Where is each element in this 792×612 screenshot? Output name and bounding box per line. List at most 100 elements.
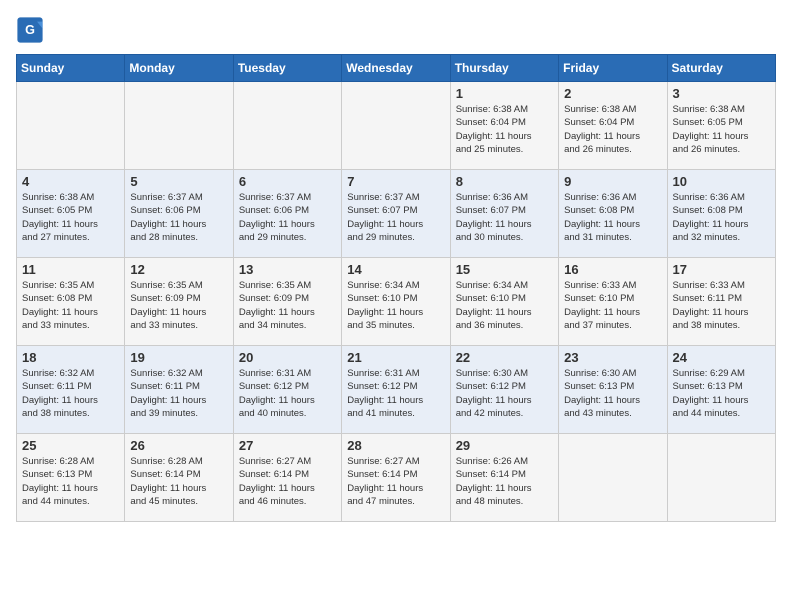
calendar-cell: 16 Sunrise: 6:33 AM Sunset: 6:10 PM Dayli…	[559, 258, 667, 346]
page-header: G	[16, 16, 776, 44]
cell-info: Sunrise: 6:27 AM Sunset: 6:14 PM Dayligh…	[347, 455, 444, 508]
day-number: 11	[22, 262, 119, 277]
cell-info: Sunrise: 6:33 AM Sunset: 6:10 PM Dayligh…	[564, 279, 661, 332]
calendar-cell: 10 Sunrise: 6:36 AM Sunset: 6:08 PM Dayli…	[667, 170, 775, 258]
day-number: 23	[564, 350, 661, 365]
cell-info: Sunrise: 6:35 AM Sunset: 6:09 PM Dayligh…	[239, 279, 336, 332]
cell-info: Sunrise: 6:36 AM Sunset: 6:07 PM Dayligh…	[456, 191, 553, 244]
weekday-header-tuesday: Tuesday	[233, 55, 341, 82]
weekday-header-monday: Monday	[125, 55, 233, 82]
day-number: 28	[347, 438, 444, 453]
day-number: 27	[239, 438, 336, 453]
cell-info: Sunrise: 6:37 AM Sunset: 6:06 PM Dayligh…	[239, 191, 336, 244]
cell-info: Sunrise: 6:38 AM Sunset: 6:04 PM Dayligh…	[456, 103, 553, 156]
calendar-cell	[559, 434, 667, 522]
logo: G	[16, 16, 48, 44]
calendar-week-row: 25Sunrise: 6:28 AM Sunset: 6:13 PM Dayli…	[17, 434, 776, 522]
day-number: 19	[130, 350, 227, 365]
day-number: 17	[673, 262, 770, 277]
day-number: 26	[130, 438, 227, 453]
cell-info: Sunrise: 6:30 AM Sunset: 6:13 PM Dayligh…	[564, 367, 661, 420]
day-number: 29	[456, 438, 553, 453]
calendar-cell: 22Sunrise: 6:30 AM Sunset: 6:12 PM Dayli…	[450, 346, 558, 434]
calendar-cell: 8 Sunrise: 6:36 AM Sunset: 6:07 PM Daylig…	[450, 170, 558, 258]
calendar-cell: 6 Sunrise: 6:37 AM Sunset: 6:06 PM Daylig…	[233, 170, 341, 258]
day-number: 6	[239, 174, 336, 189]
day-number: 18	[22, 350, 119, 365]
cell-info: Sunrise: 6:37 AM Sunset: 6:06 PM Dayligh…	[130, 191, 227, 244]
weekday-header-saturday: Saturday	[667, 55, 775, 82]
cell-info: Sunrise: 6:35 AM Sunset: 6:09 PM Dayligh…	[130, 279, 227, 332]
day-number: 12	[130, 262, 227, 277]
cell-info: Sunrise: 6:36 AM Sunset: 6:08 PM Dayligh…	[564, 191, 661, 244]
calendar-cell: 2 Sunrise: 6:38 AM Sunset: 6:04 PM Daylig…	[559, 82, 667, 170]
calendar-cell: 17 Sunrise: 6:33 AM Sunset: 6:11 PM Dayli…	[667, 258, 775, 346]
calendar-cell: 15 Sunrise: 6:34 AM Sunset: 6:10 PM Dayli…	[450, 258, 558, 346]
calendar-cell	[342, 82, 450, 170]
cell-info: Sunrise: 6:31 AM Sunset: 6:12 PM Dayligh…	[347, 367, 444, 420]
calendar-cell: 12 Sunrise: 6:35 AM Sunset: 6:09 PM Dayli…	[125, 258, 233, 346]
day-number: 21	[347, 350, 444, 365]
logo-icon: G	[16, 16, 44, 44]
cell-info: Sunrise: 6:30 AM Sunset: 6:12 PM Dayligh…	[456, 367, 553, 420]
calendar-cell: 1 Sunrise: 6:38 AM Sunset: 6:04 PM Daylig…	[450, 82, 558, 170]
calendar-week-row: 1 Sunrise: 6:38 AM Sunset: 6:04 PM Daylig…	[17, 82, 776, 170]
calendar-cell: 5 Sunrise: 6:37 AM Sunset: 6:06 PM Daylig…	[125, 170, 233, 258]
cell-info: Sunrise: 6:33 AM Sunset: 6:11 PM Dayligh…	[673, 279, 770, 332]
calendar-week-row: 4 Sunrise: 6:38 AM Sunset: 6:05 PM Daylig…	[17, 170, 776, 258]
weekday-header-wednesday: Wednesday	[342, 55, 450, 82]
calendar-cell: 3 Sunrise: 6:38 AM Sunset: 6:05 PM Daylig…	[667, 82, 775, 170]
day-number: 5	[130, 174, 227, 189]
calendar-cell: 23 Sunrise: 6:30 AM Sunset: 6:13 PM Dayli…	[559, 346, 667, 434]
calendar-cell	[233, 82, 341, 170]
calendar-cell	[667, 434, 775, 522]
calendar-cell: 18Sunrise: 6:32 AM Sunset: 6:11 PM Dayli…	[17, 346, 125, 434]
day-number: 15	[456, 262, 553, 277]
cell-info: Sunrise: 6:29 AM Sunset: 6:13 PM Dayligh…	[673, 367, 770, 420]
calendar-cell: 11Sunrise: 6:35 AM Sunset: 6:08 PM Dayli…	[17, 258, 125, 346]
calendar-cell: 20 Sunrise: 6:31 AM Sunset: 6:12 PM Dayli…	[233, 346, 341, 434]
calendar-cell	[17, 82, 125, 170]
cell-info: Sunrise: 6:38 AM Sunset: 6:04 PM Dayligh…	[564, 103, 661, 156]
day-number: 7	[347, 174, 444, 189]
cell-info: Sunrise: 6:31 AM Sunset: 6:12 PM Dayligh…	[239, 367, 336, 420]
calendar-cell: 24Sunrise: 6:29 AM Sunset: 6:13 PM Dayli…	[667, 346, 775, 434]
day-number: 9	[564, 174, 661, 189]
day-number: 10	[673, 174, 770, 189]
cell-info: Sunrise: 6:38 AM Sunset: 6:05 PM Dayligh…	[673, 103, 770, 156]
calendar-cell: 26 Sunrise: 6:28 AM Sunset: 6:14 PM Dayli…	[125, 434, 233, 522]
day-number: 4	[22, 174, 119, 189]
day-number: 8	[456, 174, 553, 189]
cell-info: Sunrise: 6:34 AM Sunset: 6:10 PM Dayligh…	[456, 279, 553, 332]
weekday-header-row: SundayMondayTuesdayWednesdayThursdayFrid…	[17, 55, 776, 82]
day-number: 20	[239, 350, 336, 365]
svg-text:G: G	[25, 23, 35, 37]
cell-info: Sunrise: 6:27 AM Sunset: 6:14 PM Dayligh…	[239, 455, 336, 508]
calendar-cell: 29Sunrise: 6:26 AM Sunset: 6:14 PM Dayli…	[450, 434, 558, 522]
cell-info: Sunrise: 6:28 AM Sunset: 6:14 PM Dayligh…	[130, 455, 227, 508]
calendar-cell: 21 Sunrise: 6:31 AM Sunset: 6:12 PM Dayli…	[342, 346, 450, 434]
day-number: 2	[564, 86, 661, 101]
calendar-cell: 27 Sunrise: 6:27 AM Sunset: 6:14 PM Dayli…	[233, 434, 341, 522]
calendar-cell: 9 Sunrise: 6:36 AM Sunset: 6:08 PM Daylig…	[559, 170, 667, 258]
day-number: 14	[347, 262, 444, 277]
day-number: 3	[673, 86, 770, 101]
calendar-week-row: 18Sunrise: 6:32 AM Sunset: 6:11 PM Dayli…	[17, 346, 776, 434]
day-number: 16	[564, 262, 661, 277]
weekday-header-thursday: Thursday	[450, 55, 558, 82]
day-number: 13	[239, 262, 336, 277]
weekday-header-friday: Friday	[559, 55, 667, 82]
calendar-cell: 14 Sunrise: 6:34 AM Sunset: 6:10 PM Dayli…	[342, 258, 450, 346]
calendar-cell: 4 Sunrise: 6:38 AM Sunset: 6:05 PM Daylig…	[17, 170, 125, 258]
weekday-header-sunday: Sunday	[17, 55, 125, 82]
cell-info: Sunrise: 6:34 AM Sunset: 6:10 PM Dayligh…	[347, 279, 444, 332]
calendar-cell: 7Sunrise: 6:37 AM Sunset: 6:07 PM Daylig…	[342, 170, 450, 258]
cell-info: Sunrise: 6:38 AM Sunset: 6:05 PM Dayligh…	[22, 191, 119, 244]
calendar-cell	[125, 82, 233, 170]
cell-info: Sunrise: 6:36 AM Sunset: 6:08 PM Dayligh…	[673, 191, 770, 244]
day-number: 25	[22, 438, 119, 453]
calendar-cell: 19Sunrise: 6:32 AM Sunset: 6:11 PM Dayli…	[125, 346, 233, 434]
calendar-cell: 13 Sunrise: 6:35 AM Sunset: 6:09 PM Dayli…	[233, 258, 341, 346]
day-number: 1	[456, 86, 553, 101]
calendar-week-row: 11Sunrise: 6:35 AM Sunset: 6:08 PM Dayli…	[17, 258, 776, 346]
